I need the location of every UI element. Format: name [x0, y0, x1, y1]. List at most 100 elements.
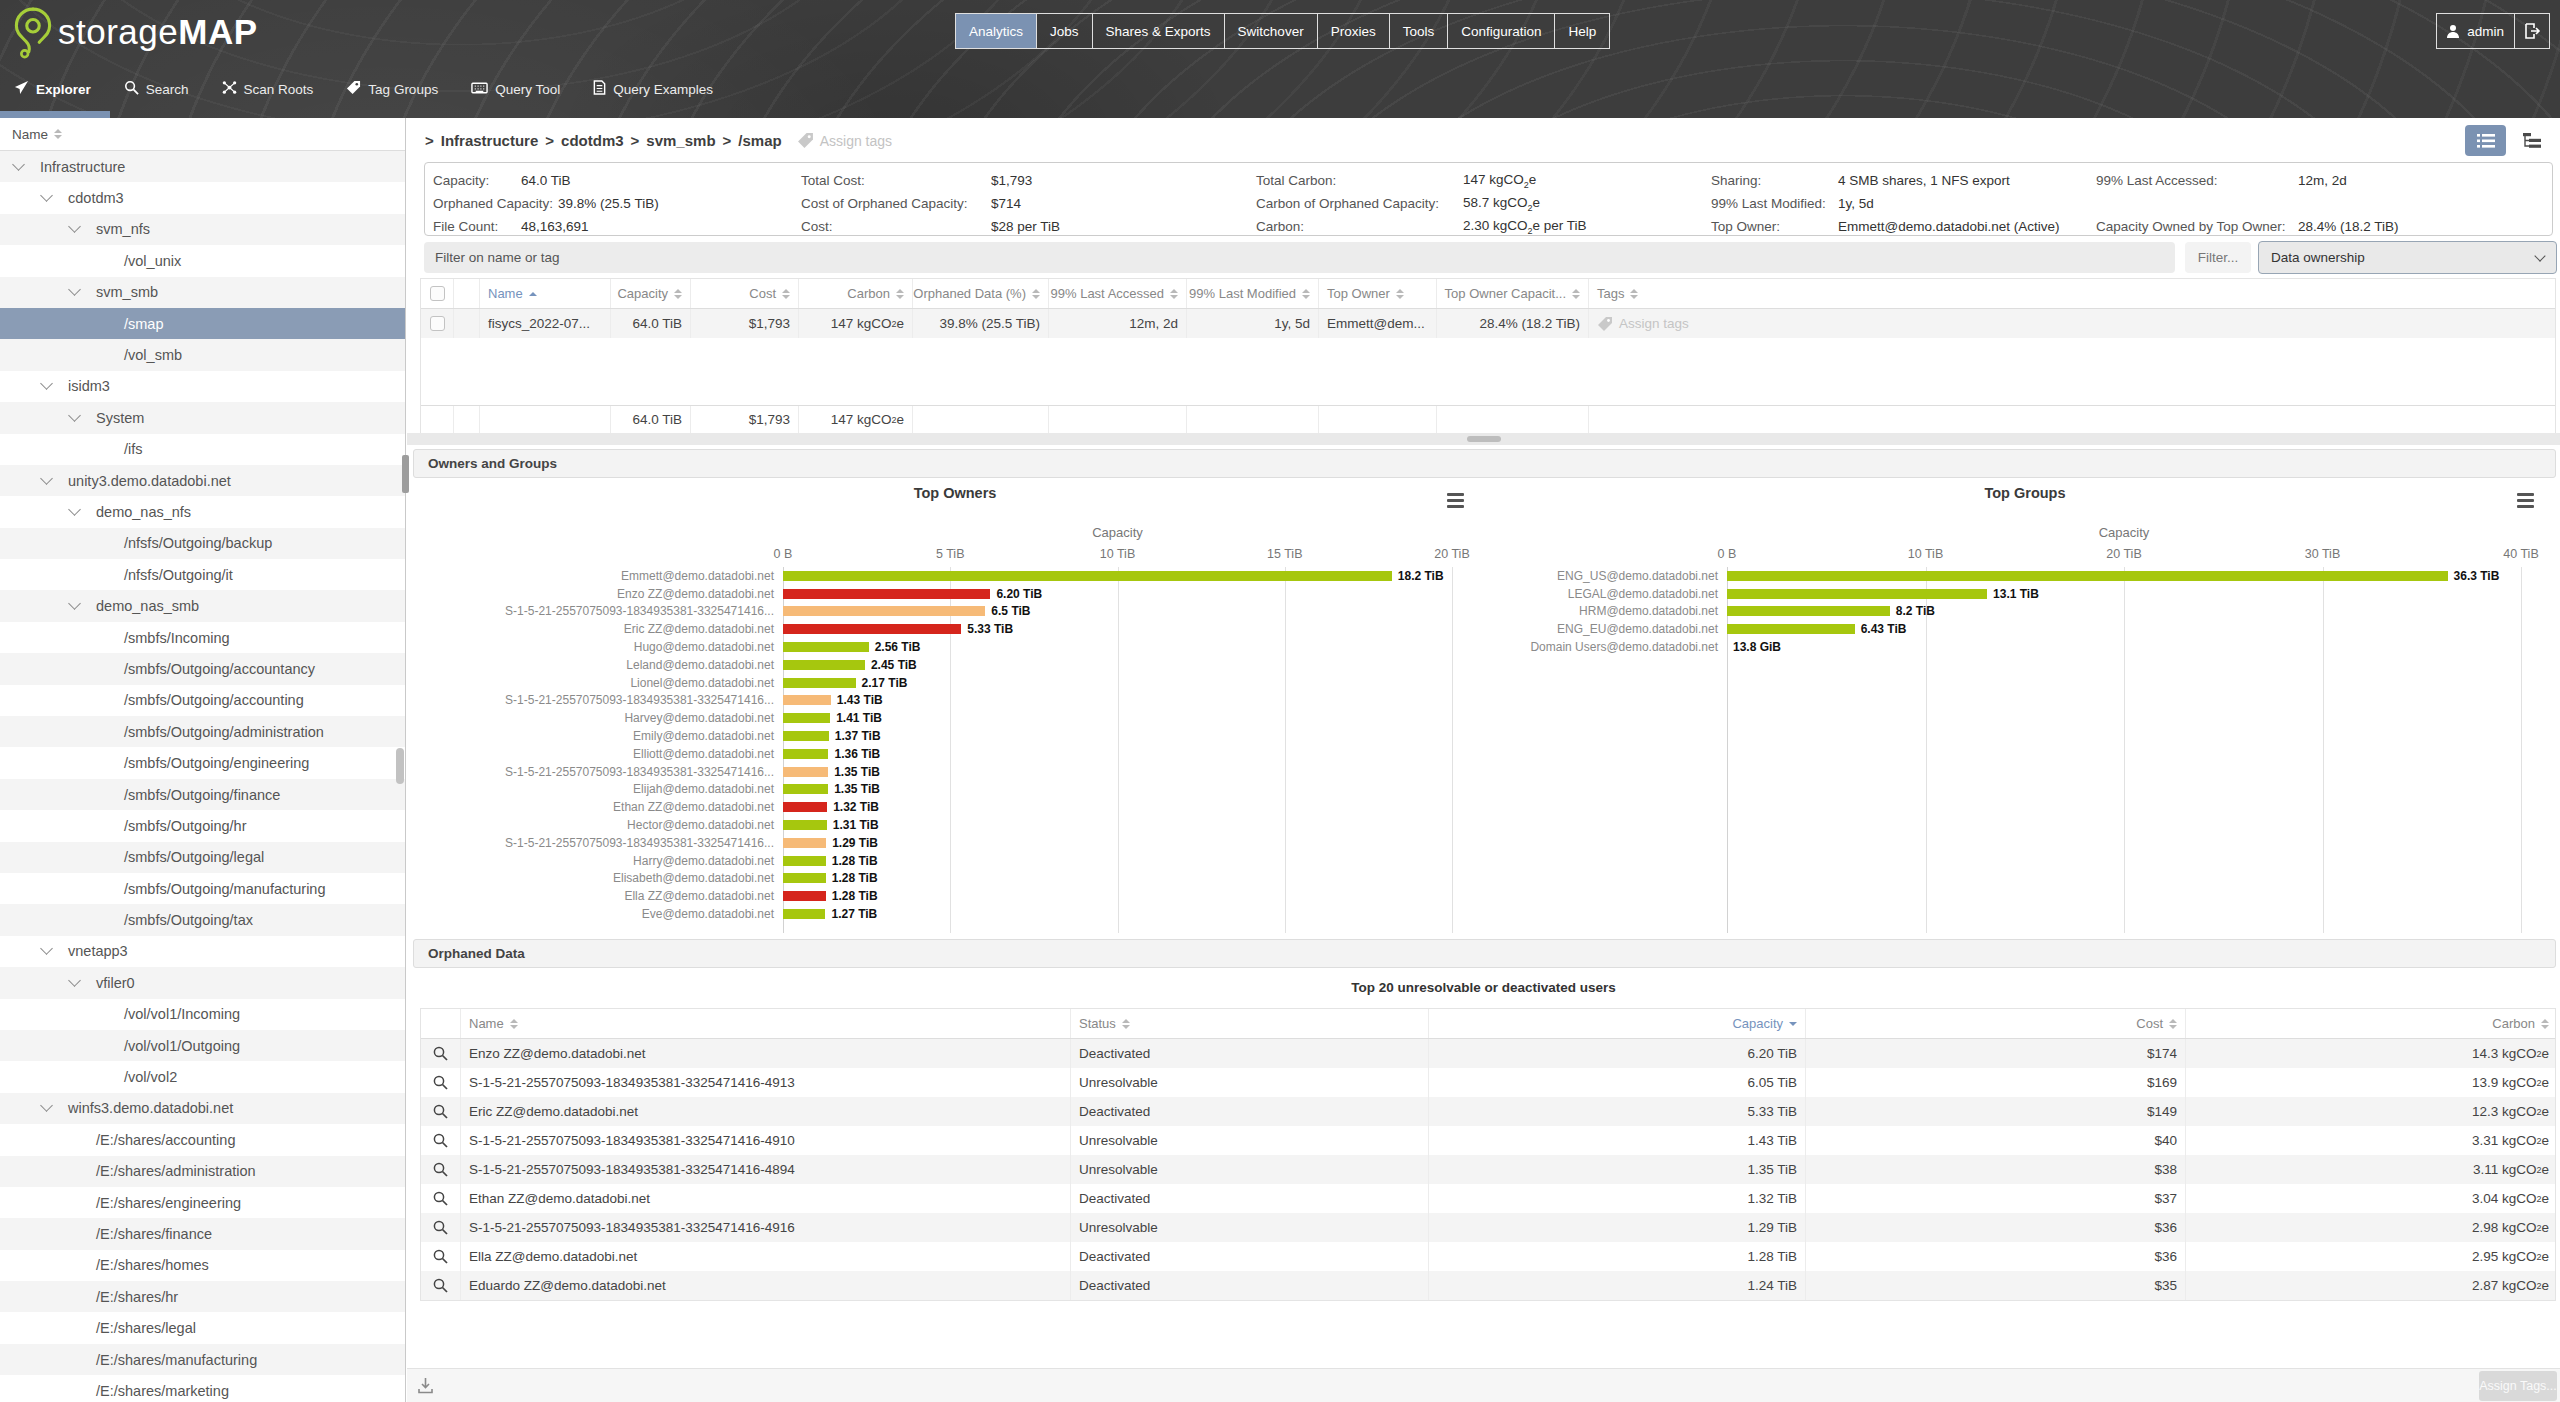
- orphaned-user-row[interactable]: S-1-5-21-2557075093-1834935381-332547141…: [421, 1126, 2555, 1155]
- tree-item[interactable]: /smbfs/Outgoing/accounting: [0, 685, 405, 716]
- tree-item[interactable]: /smbfs/Outgoing/tax: [0, 904, 405, 935]
- bar[interactable]: [783, 660, 865, 670]
- bar[interactable]: [783, 624, 961, 634]
- caret-down-icon[interactable]: [12, 158, 25, 171]
- caret-down-icon[interactable]: [68, 597, 81, 610]
- bar[interactable]: [783, 856, 826, 866]
- bar[interactable]: [783, 642, 869, 652]
- tree-item[interactable]: /smbfs/Incoming: [0, 622, 405, 653]
- assign-tags-button[interactable]: Assign Tags...: [2479, 1371, 2557, 1401]
- filter-button[interactable]: Filter...: [2185, 242, 2251, 273]
- tab-jobs[interactable]: Jobs: [1037, 14, 1093, 48]
- orphaned-user-row[interactable]: Ella ZZ@demo.datadobi.netDeactivated1.28…: [421, 1242, 2555, 1271]
- tree-item[interactable]: System: [0, 402, 405, 433]
- tree-item[interactable]: isidm3: [0, 371, 405, 402]
- column-header[interactable]: Tags: [1589, 279, 2557, 308]
- tree-item[interactable]: /smap: [0, 308, 405, 339]
- caret-down-icon[interactable]: [40, 943, 53, 956]
- panel-resize-handle[interactable]: [402, 455, 409, 493]
- tree-item[interactable]: demo_nas_nfs: [0, 496, 405, 527]
- breadcrumb-segment[interactable]: Infrastructure: [441, 132, 539, 149]
- tree-item[interactable]: /vol/vol2: [0, 1061, 405, 1092]
- caret-down-icon[interactable]: [40, 472, 53, 485]
- caret-down-icon[interactable]: [68, 409, 81, 422]
- caret-down-icon[interactable]: [68, 283, 81, 296]
- bar[interactable]: [1727, 624, 1855, 634]
- nav-item-tag-groups[interactable]: Tag Groups: [346, 80, 438, 98]
- bar[interactable]: [783, 589, 990, 599]
- caret-down-icon[interactable]: [68, 221, 81, 234]
- bar[interactable]: [783, 873, 826, 883]
- tree-item[interactable]: vfiler0: [0, 967, 405, 998]
- tab-analytics[interactable]: Analytics: [956, 14, 1037, 48]
- bar[interactable]: [783, 606, 985, 616]
- orphaned-user-row[interactable]: S-1-5-21-2557075093-1834935381-332547141…: [421, 1155, 2555, 1184]
- tree-item[interactable]: /smbfs/Outgoing/engineering: [0, 747, 405, 778]
- tree-item[interactable]: cdotdm3: [0, 182, 405, 213]
- chart-menu-icon[interactable]: [2517, 493, 2534, 508]
- bar[interactable]: [1727, 571, 2448, 581]
- cell-tags[interactable]: Assign tags: [1589, 309, 2557, 338]
- tree-item[interactable]: /E:/shares/homes: [0, 1250, 405, 1281]
- orphaned-user-row[interactable]: Ethan ZZ@demo.datadobi.netDeactivated1.3…: [421, 1184, 2555, 1213]
- bar[interactable]: [783, 731, 829, 741]
- data-ownership-select[interactable]: Data ownership: [2258, 241, 2557, 274]
- tree-item[interactable]: /E:/shares/administration: [0, 1156, 405, 1187]
- column-header[interactable]: Cost: [691, 279, 799, 308]
- column-header[interactable]: Orphaned Data (%): [913, 279, 1049, 308]
- tree-item[interactable]: vnetapp3: [0, 936, 405, 967]
- inspect-user-button[interactable]: [421, 1213, 461, 1242]
- orphaned-user-row[interactable]: Eduardo ZZ@demo.datadobi.netDeactivated1…: [421, 1271, 2555, 1300]
- orphaned-user-row[interactable]: S-1-5-21-2557075093-1834935381-332547141…: [421, 1068, 2555, 1097]
- inspect-user-button[interactable]: [421, 1184, 461, 1213]
- breadcrumb-segment[interactable]: /smap: [738, 132, 781, 149]
- bar[interactable]: [783, 678, 856, 688]
- column-header[interactable]: Name: [461, 1009, 1071, 1038]
- inspect-user-button[interactable]: [421, 1039, 461, 1068]
- tab-switchover[interactable]: Switchover: [1225, 14, 1318, 48]
- bar[interactable]: [783, 838, 826, 848]
- bar[interactable]: [783, 820, 827, 830]
- tree-item[interactable]: /smbfs/Outgoing/accountancy: [0, 653, 405, 684]
- list-view-button[interactable]: [2465, 125, 2506, 156]
- caret-down-icon[interactable]: [40, 378, 53, 391]
- select-all-checkbox-cell[interactable]: [421, 279, 454, 308]
- breadcrumb-segment[interactable]: svm_smb: [646, 132, 715, 149]
- tree-item[interactable]: svm_smb: [0, 277, 405, 308]
- caret-down-icon[interactable]: [40, 1100, 53, 1113]
- column-header[interactable]: Cost: [1806, 1009, 2186, 1038]
- tree-item[interactable]: /smbfs/Outgoing/hr: [0, 810, 405, 841]
- column-header[interactable]: Carbon: [799, 279, 913, 308]
- inspect-user-button[interactable]: [421, 1271, 461, 1300]
- nav-item-explorer[interactable]: Explorer: [14, 80, 91, 98]
- tree-item[interactable]: /E:/shares/marketing: [0, 1375, 405, 1402]
- column-header[interactable]: Capacity: [611, 279, 691, 308]
- orphaned-user-row[interactable]: S-1-5-21-2557075093-1834935381-332547141…: [421, 1213, 2555, 1242]
- bar[interactable]: [783, 909, 825, 919]
- tree-item[interactable]: /E:/shares/finance: [0, 1218, 405, 1249]
- column-header[interactable]: 99% Last Accessed: [1049, 279, 1187, 308]
- bar[interactable]: [783, 767, 828, 777]
- tab-configuration[interactable]: Configuration: [1448, 14, 1555, 48]
- caret-down-icon[interactable]: [68, 503, 81, 516]
- row-checkbox[interactable]: [430, 316, 445, 331]
- splitter-handle[interactable]: [1467, 436, 1501, 442]
- tree-item[interactable]: /ifs: [0, 434, 405, 465]
- inspect-user-button[interactable]: [421, 1155, 461, 1184]
- tree-item[interactable]: /E:/shares/engineering: [0, 1187, 405, 1218]
- tree-item[interactable]: Infrastructure: [0, 151, 405, 182]
- tree-item[interactable]: /E:/shares/hr: [0, 1281, 405, 1312]
- caret-down-icon[interactable]: [40, 189, 53, 202]
- bar[interactable]: [783, 802, 827, 812]
- tree-item[interactable]: /nfsfs/Outgoing/it: [0, 559, 405, 590]
- tree-item[interactable]: /smbfs/Outgoing/manufacturing: [0, 873, 405, 904]
- logout-icon[interactable]: [2515, 22, 2549, 40]
- storagemap-logo[interactable]: storageMAP: [12, 6, 258, 63]
- files-table-row[interactable]: fisycs_2022-07...64.0 TiB$1,793147 kgCO2…: [421, 309, 2555, 338]
- nav-item-search[interactable]: Search: [124, 80, 189, 98]
- nav-item-query-examples[interactable]: Query Examples: [593, 80, 713, 98]
- tree-item[interactable]: /vol_unix: [0, 245, 405, 276]
- tree-item[interactable]: /E:/shares/manufacturing: [0, 1344, 405, 1375]
- tree-item[interactable]: /smbfs/Outgoing/legal: [0, 842, 405, 873]
- owners-groups-section[interactable]: Owners and Groups: [413, 449, 2556, 478]
